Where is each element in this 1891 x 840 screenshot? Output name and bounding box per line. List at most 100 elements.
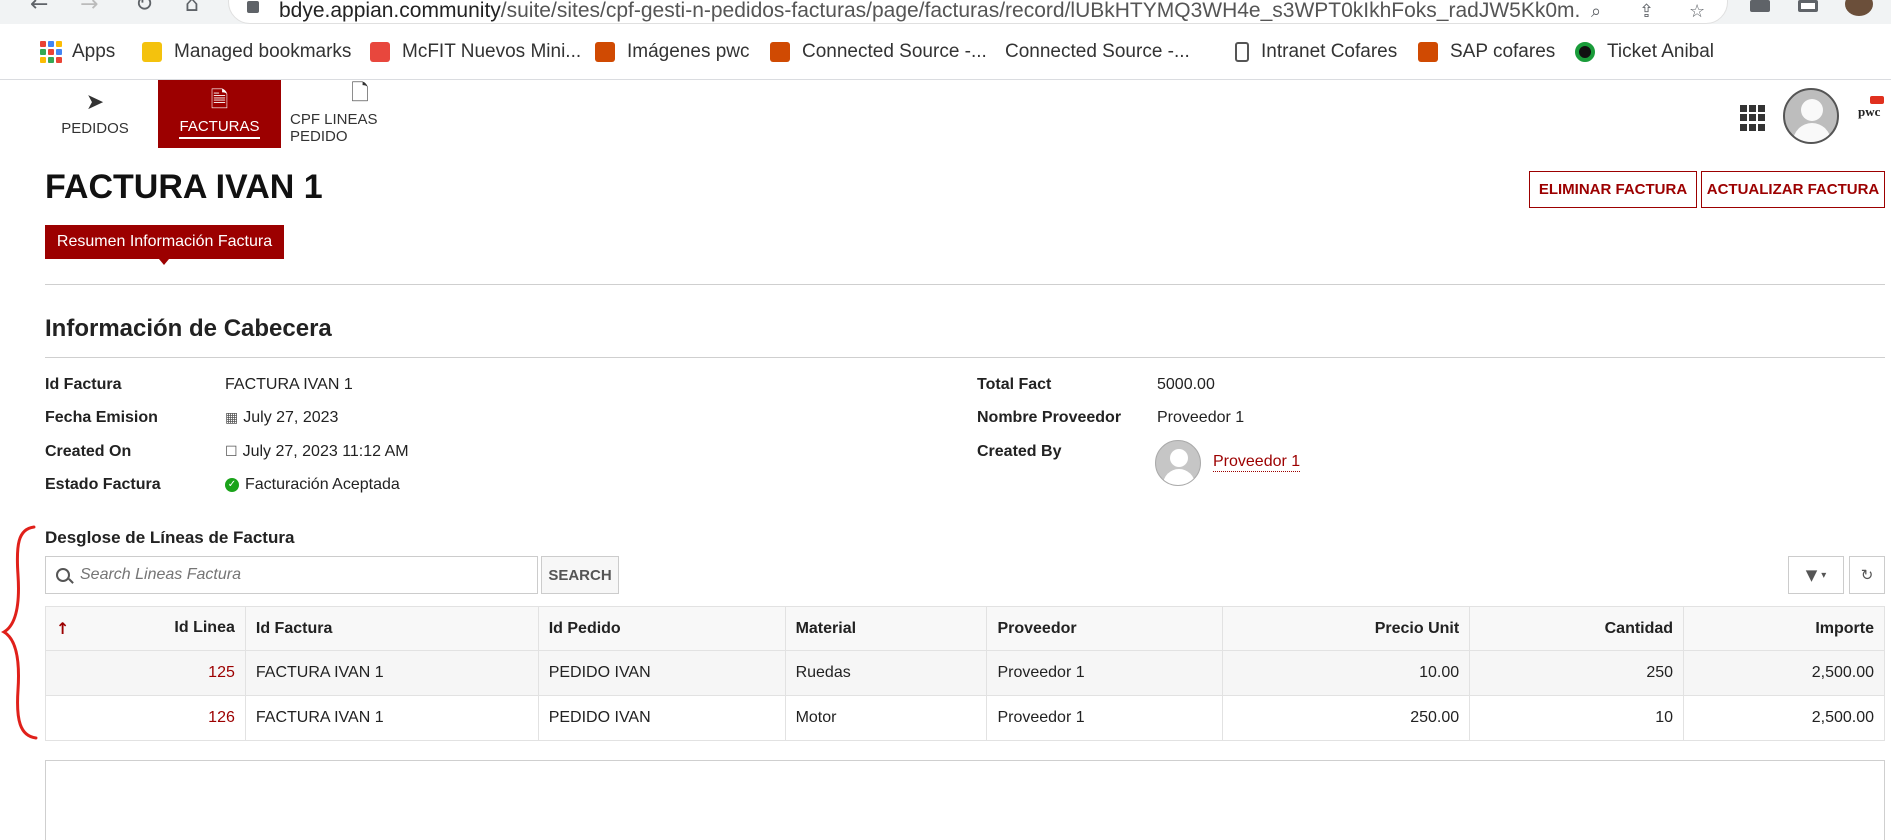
table-cell: PEDIDO IVAN xyxy=(537,695,786,741)
bookmark-item[interactable]: Intranet Cofares xyxy=(1235,38,1397,66)
invoice-lines-table: ↑ Id Linea Id Factura Id Pedido Material … xyxy=(45,606,1885,741)
bookmark-label: SAP cofares xyxy=(1450,41,1556,62)
extensions-icon[interactable] xyxy=(1750,0,1770,12)
table-cell: Proveedor 1 xyxy=(986,695,1224,741)
table-row: 126 FACTURA IVAN 1 PEDIDO IVAN Motor Pro… xyxy=(45,695,1885,741)
id-linea-link[interactable]: 125 xyxy=(208,664,235,681)
filter-button[interactable]: ▼ ▾ xyxy=(1788,556,1844,594)
lock-icon xyxy=(247,1,259,13)
table-cell: PEDIDO IVAN xyxy=(537,650,786,696)
tab-cpf-lineas-pedido[interactable]: 🗋 CPF LINEAS PEDIDO xyxy=(290,80,430,148)
chevron-down-icon: ▾ xyxy=(1821,569,1827,581)
update-invoice-button[interactable]: ACTUALIZAR FACTURA xyxy=(1701,171,1885,208)
bookmark-item[interactable]: Connected Source -... xyxy=(770,38,987,66)
grid-title: Desglose de Líneas de Factura xyxy=(45,528,295,547)
bookmark-label: Apps xyxy=(72,41,116,62)
bookmark-label: McFIT Nuevos Mini... xyxy=(402,41,582,62)
field-label-estado: Estado Factura xyxy=(45,476,161,493)
table-cell: 10 xyxy=(1469,695,1685,741)
table-cell: Ruedas xyxy=(784,650,988,696)
field-value-proveedor: Proveedor 1 xyxy=(1157,409,1245,426)
header-importe[interactable]: Importe xyxy=(1683,606,1885,651)
bookmark-label: Intranet Cofares xyxy=(1261,41,1398,62)
search-box xyxy=(45,556,538,594)
header-id-pedido[interactable]: Id Pedido xyxy=(537,606,786,651)
star-icon[interactable]: ☆ xyxy=(1689,1,1705,22)
header-proveedor[interactable]: Proveedor xyxy=(986,606,1224,651)
header-id-factura[interactable]: Id Factura xyxy=(244,606,539,651)
refresh-button[interactable]: ↻ xyxy=(1849,556,1885,594)
created-by-link[interactable]: Proveedor 1 xyxy=(1213,453,1301,472)
tab-summary[interactable]: Resumen Información Factura xyxy=(45,225,284,265)
user-avatar[interactable] xyxy=(1783,88,1839,144)
created-by-avatar xyxy=(1155,440,1201,486)
calendar-icon: ▦ xyxy=(225,410,239,426)
filter-icon: ▼ xyxy=(1805,566,1818,584)
field-label-id-factura: Id Factura xyxy=(45,376,122,393)
bookmark-item[interactable]: Apps xyxy=(40,38,115,66)
pwc-icon xyxy=(770,42,790,62)
paper-plane-icon: ➤ xyxy=(85,89,105,115)
bookmark-item[interactable]: Managed bookmarks xyxy=(142,38,351,66)
sidepanel-icon[interactable] xyxy=(1798,0,1818,12)
app-navigation: ➤ PEDIDOS 🗎 FACTURAS 🗋 CPF LINEAS PEDIDO xyxy=(0,80,1891,150)
tab-facturas[interactable]: 🗎 FACTURAS xyxy=(158,80,281,148)
bookmark-item[interactable]: Ticket Anibal xyxy=(1575,38,1714,66)
address-bar[interactable]: bdye.appian.community/suite/sites/cpf-ge… xyxy=(228,0,1728,24)
bookmark-item[interactable]: Imágenes pwc xyxy=(595,38,750,66)
id-linea-link[interactable]: 126 xyxy=(208,709,235,726)
reload-icon[interactable]: ↻ xyxy=(135,0,153,16)
address-url: bdye.appian.community/suite/sites/cpf-ge… xyxy=(279,0,1579,22)
tab-pedidos[interactable]: ➤ PEDIDOS xyxy=(45,80,145,148)
refresh-icon: ↻ xyxy=(1860,566,1874,584)
document-icon: 🗋 xyxy=(351,81,369,106)
mcfit-icon xyxy=(370,42,390,62)
field-value-total: 5000.00 xyxy=(1157,376,1215,393)
table-cell: 250 xyxy=(1469,650,1685,696)
field-value-fecha-emision: ▦ July 27, 2023 xyxy=(225,409,339,426)
ticket-icon xyxy=(1575,42,1595,62)
header-id-linea[interactable]: ↑ Id Linea xyxy=(45,606,246,651)
bookmark-item[interactable]: Connected Source -... xyxy=(1005,38,1190,66)
share-icon[interactable]: ⇪ xyxy=(1639,1,1654,22)
table-cell: 2,500.00 xyxy=(1683,650,1885,696)
bookmark-label: Managed bookmarks xyxy=(174,41,352,62)
header-precio-unit[interactable]: Precio Unit xyxy=(1222,606,1471,651)
profile-avatar[interactable] xyxy=(1845,0,1873,16)
search-icon[interactable]: ⌕ xyxy=(1591,1,1601,22)
field-value-id-factura: FACTURA IVAN 1 xyxy=(225,376,353,393)
bookmark-item[interactable]: SAP cofares xyxy=(1418,38,1555,66)
table-row: 125 FACTURA IVAN 1 PEDIDO IVAN Ruedas Pr… xyxy=(45,650,1885,696)
home-icon[interactable]: ⌂ xyxy=(185,0,199,16)
bookmark-item[interactable]: McFIT Nuevos Mini... xyxy=(370,38,581,66)
annotation-brace xyxy=(1,525,38,740)
field-label-proveedor: Nombre Proveedor xyxy=(977,409,1122,426)
check-circle-icon: ✓ xyxy=(225,478,239,492)
table-cell: FACTURA IVAN 1 xyxy=(244,695,539,741)
table-cell: 250.00 xyxy=(1222,695,1471,741)
forward-icon[interactable]: → xyxy=(80,0,98,16)
bookmark-label: Imágenes pwc xyxy=(627,41,750,62)
table-cell: Motor xyxy=(784,695,988,741)
search-button[interactable]: SEARCH xyxy=(541,556,619,594)
section-title: Información de Cabecera xyxy=(45,315,332,342)
active-caret xyxy=(159,259,169,265)
search-input[interactable] xyxy=(80,566,520,584)
delete-invoice-button[interactable]: ELIMINAR FACTURA xyxy=(1529,171,1697,208)
page-icon xyxy=(1235,42,1249,62)
bookmark-label: Ticket Anibal xyxy=(1607,41,1715,62)
folder-icon xyxy=(142,42,162,62)
table-cell: 10.00 xyxy=(1222,650,1471,696)
table-cell: 2,500.00 xyxy=(1683,695,1885,741)
header-material[interactable]: Material xyxy=(784,606,988,651)
field-label-created-on: Created On xyxy=(45,443,132,460)
pwc-logo: pwc xyxy=(1858,96,1884,120)
invoice-icon: 🗎 xyxy=(210,87,229,113)
header-cantidad[interactable]: Cantidad xyxy=(1469,606,1685,651)
back-icon[interactable]: ← xyxy=(30,0,48,16)
app-launcher-icon[interactable] xyxy=(1740,105,1766,131)
pwc-icon xyxy=(1418,42,1438,62)
empty-section-box xyxy=(45,760,1885,840)
field-label-fecha-emision: Fecha Emision xyxy=(45,409,158,426)
page-title: FACTURA IVAN 1 xyxy=(45,168,323,206)
